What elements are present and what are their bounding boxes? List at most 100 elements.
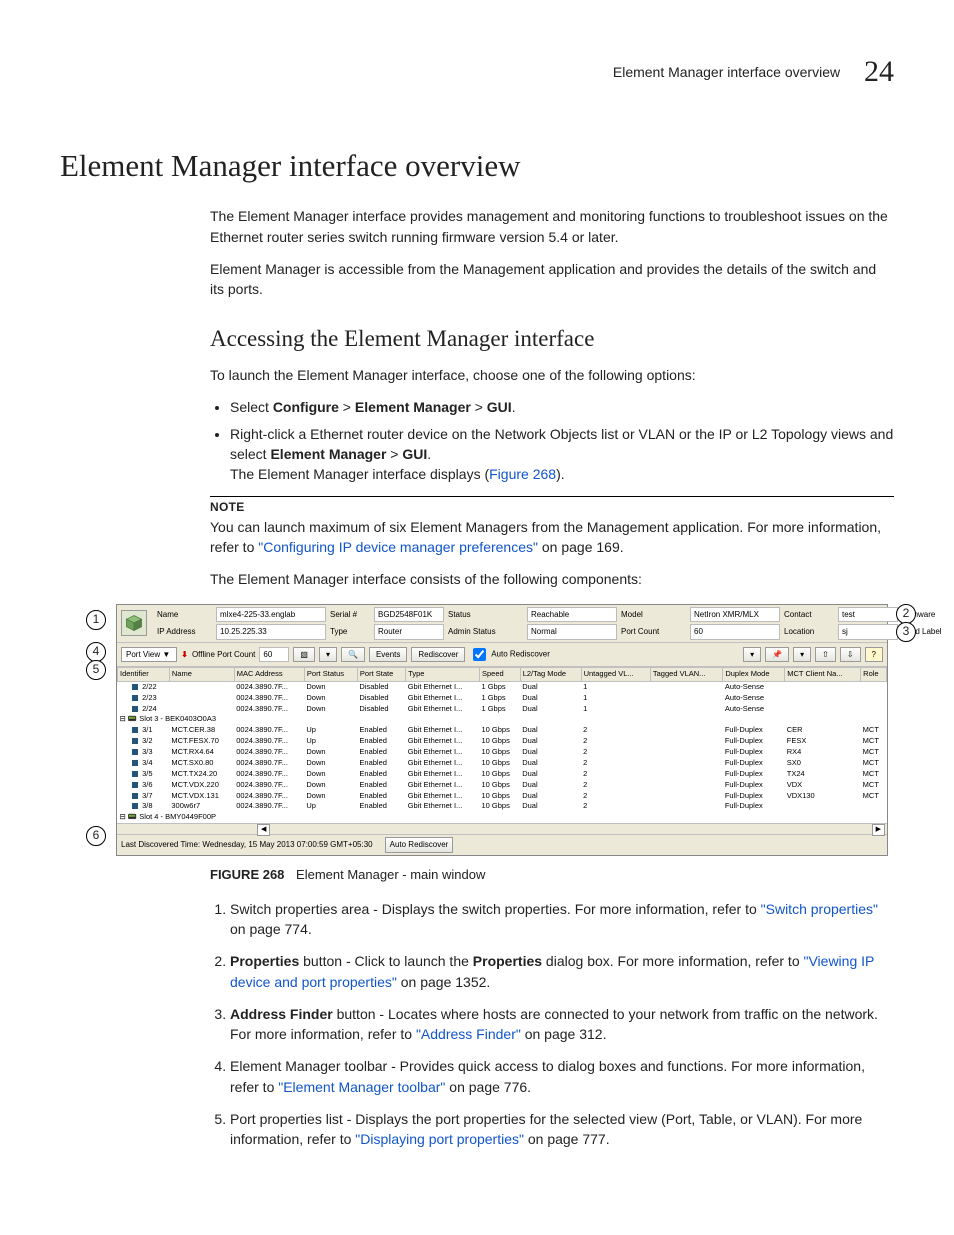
ip-label: IP Address <box>157 626 212 638</box>
switch-properties-area: Name mlxe4-225-33.englab Serial # BGD254… <box>117 605 887 642</box>
table-row[interactable]: 3/6MCT.VDX.2200024.3890.7F...DownEnabled… <box>118 780 887 791</box>
port-properties-list: IdentifierNameMAC AddressPort StatusPort… <box>117 667 887 834</box>
table-row[interactable]: 3/7MCT.VDX.1310024.3890.7F...DownEnabled… <box>118 791 887 802</box>
rediscover-button[interactable]: Rediscover <box>411 647 465 663</box>
figure-label: FIGURE 268 <box>210 867 284 882</box>
note-rule <box>210 496 894 497</box>
status-bar: Last Discovered Time: Wednesday, 15 May … <box>117 834 887 855</box>
column-header[interactable]: Role <box>861 667 887 681</box>
slot-row[interactable]: ⊟ 📟 Slot 3 - BEK0403O0A3 <box>118 714 887 725</box>
offline-port-count-label: Offline Port Count <box>192 649 255 661</box>
column-header[interactable]: Port State <box>357 667 405 681</box>
location-field[interactable]: sj <box>838 624 898 640</box>
portcount-label: Port Count <box>621 626 686 638</box>
column-header[interactable]: Speed <box>479 667 520 681</box>
column-header[interactable]: L2/Tag Mode <box>520 667 581 681</box>
note-text: You can launch maximum of six Element Ma… <box>210 517 894 558</box>
column-header[interactable]: Tagged VLAN... <box>650 667 722 681</box>
contact-label: Contact <box>784 609 834 621</box>
page-title: Element Manager interface overview <box>60 144 894 189</box>
chapter-number: 24 <box>864 55 894 88</box>
list-item: Properties button - Click to launch the … <box>230 951 894 992</box>
address-finder-link[interactable]: "Address Finder" <box>416 1026 521 1042</box>
column-header[interactable]: Port Status <box>304 667 357 681</box>
admin-field: Normal <box>527 624 617 640</box>
column-header[interactable]: Untagged VL... <box>581 667 650 681</box>
collapse-button[interactable]: ⇧ <box>815 647 836 663</box>
callout-1: 1 <box>86 610 106 630</box>
column-header[interactable]: Identifier <box>118 667 170 681</box>
auto-rediscover-checkbox[interactable]: Auto Rediscover <box>469 645 549 664</box>
port-view-dropdown[interactable]: Port View ▼ <box>121 647 177 663</box>
column-header[interactable]: Type <box>406 667 480 681</box>
note-link[interactable]: "Configuring IP device manager preferenc… <box>258 539 538 555</box>
name-label: Name <box>157 609 212 621</box>
expand-button[interactable]: ⇩ <box>840 647 861 663</box>
status-auto-rediscover-button[interactable]: Auto Rediscover <box>385 837 454 853</box>
portcount-field: 60 <box>690 624 780 640</box>
switch-properties-link[interactable]: "Switch properties" <box>761 901 878 917</box>
table-row[interactable]: 2/220024.3890.7F...DownDisabledGbit Ethe… <box>118 681 887 692</box>
callout-2: 2 <box>896 604 916 624</box>
list-item: Switch properties area - Displays the sw… <box>230 899 894 940</box>
instruction-lead: To launch the Element Manager interface,… <box>210 365 894 385</box>
contact-field[interactable]: test <box>838 607 898 623</box>
table-row[interactable]: 3/1MCT.CER.380024.3890.7F...UpEnabledGbi… <box>118 725 887 736</box>
location-label: Location <box>784 626 834 638</box>
column-header[interactable]: MCT Client Na... <box>785 667 861 681</box>
table-row[interactable]: 3/5MCT.TX24.200024.3890.7F...DownEnabled… <box>118 769 887 780</box>
figure-caption: FIGURE 268 Element Manager - main window <box>210 866 894 885</box>
scroll-left-button[interactable]: ◀ <box>257 824 270 836</box>
toolbar-link[interactable]: "Element Manager toolbar" <box>278 1079 445 1095</box>
callout-4: 4 <box>86 642 106 662</box>
slot-row[interactable]: ⊟ 📟 Slot 4 - BMY0449F00P <box>118 812 887 823</box>
type-label: Type <box>330 626 370 638</box>
components-lead: The Element Manager interface consists o… <box>210 569 894 589</box>
toolbar-dropdown-button-2[interactable]: ▾ <box>793 647 811 663</box>
intro-paragraph-1: The Element Manager interface provides m… <box>210 206 894 247</box>
list-item: Port properties list - Displays the port… <box>230 1109 894 1150</box>
chart-button[interactable]: ▧ <box>293 647 315 663</box>
column-header[interactable]: Name <box>169 667 234 681</box>
running-header: Element Manager interface overview 24 <box>60 50 894 94</box>
model-label: Model <box>621 609 686 621</box>
status-label: Status <box>448 609 523 621</box>
admin-label: Admin Status <box>448 626 523 638</box>
intro-paragraph-2: Element Manager is accessible from the M… <box>210 259 894 300</box>
toolbar-dropdown-button[interactable]: ▾ <box>743 647 761 663</box>
callout-6: 6 <box>86 826 106 846</box>
section-heading: Accessing the Element Manager interface <box>210 322 894 355</box>
figure-268: 1 2 3 4 5 6 Name mlxe4-225-33.englab Ser… <box>68 604 894 856</box>
table-row[interactable]: 2/230024.3890.7F...DownDisabledGbit Ethe… <box>118 693 887 704</box>
serial-field: BGD2548F01K <box>374 607 444 623</box>
pin-button[interactable]: 📌 <box>765 647 789 663</box>
serial-label: Serial # <box>330 609 370 621</box>
table-row[interactable]: 3/2MCT.FESX.700024.3890.7F...UpEnabledGb… <box>118 736 887 747</box>
model-field: NetIron XMR/MLX <box>690 607 780 623</box>
name-field[interactable]: mlxe4-225-33.englab <box>216 607 326 623</box>
table-row[interactable]: 3/8300w6r70024.3890.7F...UpEnabledGbit E… <box>118 801 887 812</box>
chart-dropdown-button[interactable]: ▾ <box>319 647 337 663</box>
list-item: Select Configure > Element Manager > GUI… <box>230 397 894 417</box>
offline-indicator-icon: ⬇ <box>181 649 188 661</box>
column-header[interactable]: Duplex Mode <box>723 667 785 681</box>
search-button[interactable]: 🔍 <box>341 647 365 663</box>
list-item: Address Finder button - Locates where ho… <box>230 1004 894 1045</box>
table-row[interactable]: 2/240024.3890.7F...DownDisabledGbit Ethe… <box>118 704 887 715</box>
list-item: Right-click a Ethernet router device on … <box>230 424 894 485</box>
element-manager-toolbar: Port View ▼ ⬇ Offline Port Count 60 ▧ ▾ … <box>117 642 887 667</box>
ip-field: 10.25.225.33 <box>216 624 326 640</box>
figure-caption-text: Element Manager - main window <box>296 867 485 882</box>
figure-link[interactable]: Figure 268 <box>489 466 556 482</box>
table-row[interactable]: 3/3MCT.RX4.640024.3890.7F...DownEnabledG… <box>118 747 887 758</box>
port-properties-link[interactable]: "Displaying port properties" <box>355 1131 524 1147</box>
last-discovered-time: Last Discovered Time: Wednesday, 15 May … <box>121 839 373 851</box>
column-header[interactable]: MAC Address <box>234 667 304 681</box>
help-button[interactable]: ? <box>865 647 883 663</box>
type-field: Router <box>374 624 444 640</box>
events-button[interactable]: Events <box>369 647 407 663</box>
table-row[interactable]: 3/4MCT.SX0.800024.3890.7F...DownEnabledG… <box>118 758 887 769</box>
callout-3: 3 <box>896 622 916 642</box>
callout-5: 5 <box>86 660 106 680</box>
scroll-right-button[interactable]: ▶ <box>872 824 885 836</box>
